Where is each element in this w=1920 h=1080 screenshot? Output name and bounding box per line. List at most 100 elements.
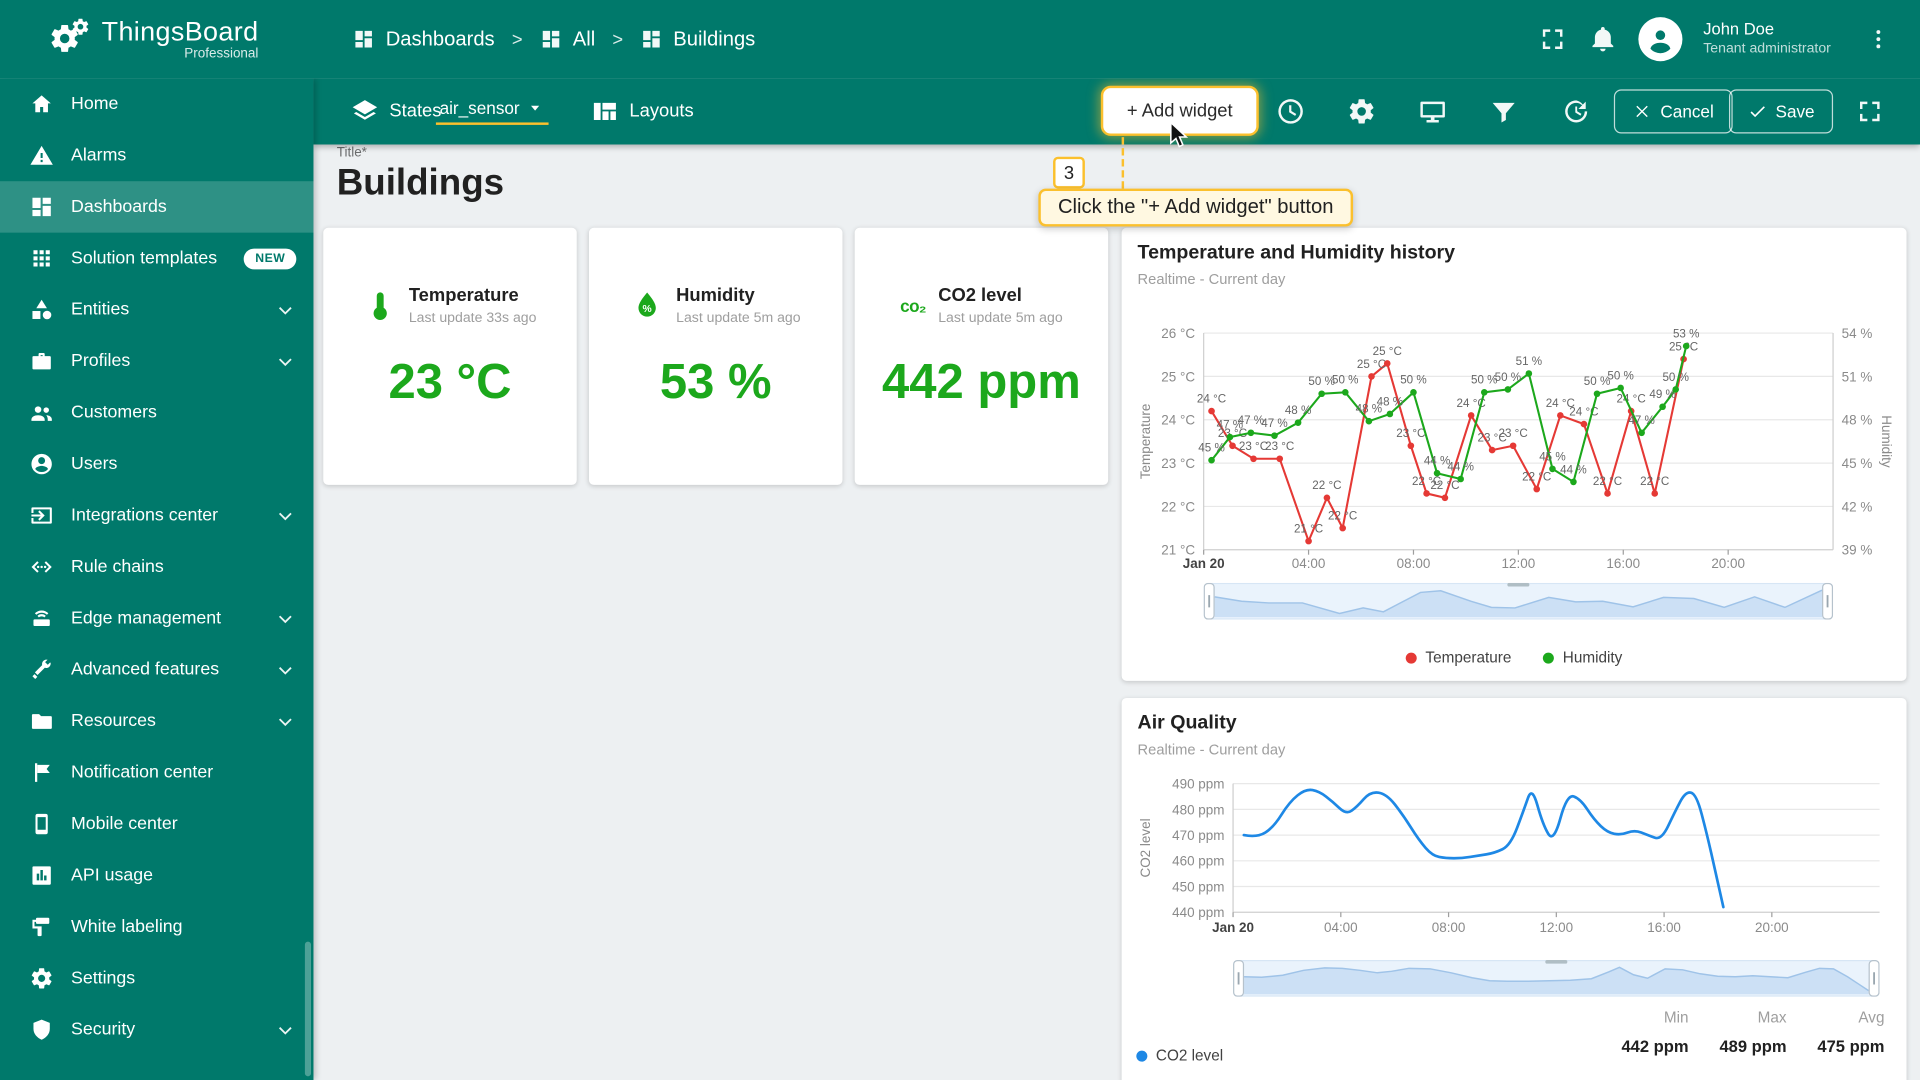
- sidebar-item-api-usage[interactable]: API usage: [0, 850, 313, 901]
- co2-widget[interactable]: co₂ CO2 level Last update 5m ago 442 ppm: [854, 227, 1109, 485]
- breadcrumb-all[interactable]: All: [540, 28, 595, 51]
- sidebar-item-edge-management[interactable]: Edge management: [0, 593, 313, 644]
- thingsboard-logo-icon: [47, 16, 91, 60]
- solution-templates-icon: [29, 246, 53, 270]
- svg-text:Jan 20: Jan 20: [1183, 556, 1225, 571]
- svg-text:24 °C: 24 °C: [1161, 413, 1195, 428]
- breadcrumb-label: Dashboards: [385, 27, 495, 50]
- sidebar-item-resources[interactable]: Resources: [0, 696, 313, 747]
- breadcrumb-separator: >: [511, 28, 523, 50]
- air-quality-widget[interactable]: Air Quality Realtime - Current day 490 p…: [1121, 697, 1907, 1080]
- chevron-down-icon: [274, 607, 296, 629]
- time-range-scrollbar[interactable]: [1203, 582, 1834, 620]
- state-value: air_sensor: [439, 97, 520, 118]
- svg-text:21 °C: 21 °C: [1294, 523, 1323, 536]
- sidebar-item-rule-chains[interactable]: Rule chains: [0, 541, 313, 592]
- avatar[interactable]: [1638, 17, 1683, 62]
- state-select[interactable]: air_sensor: [435, 97, 550, 125]
- expand-icon[interactable]: [1855, 97, 1884, 126]
- svg-text:470 ppm: 470 ppm: [1172, 828, 1224, 843]
- sidebar-item-notification-center[interactable]: Notification center: [0, 747, 313, 798]
- breadcrumb-buildings[interactable]: Buildings: [640, 28, 755, 51]
- profiles-icon: [29, 349, 53, 373]
- legend-item-humidity[interactable]: Humidity: [1543, 649, 1622, 666]
- svg-text:47 %: 47 %: [1238, 414, 1265, 427]
- svg-text:44 %: 44 %: [1447, 460, 1474, 473]
- sidebar-item-home[interactable]: Home: [0, 78, 313, 129]
- svg-text:08:00: 08:00: [1432, 920, 1466, 935]
- cancel-button[interactable]: Cancel: [1613, 89, 1733, 134]
- svg-text:23 °C: 23 °C: [1239, 440, 1268, 453]
- save-button[interactable]: Save: [1728, 89, 1833, 134]
- sidebar-item-integrations-center[interactable]: Integrations center: [0, 490, 313, 541]
- legend-item-co2[interactable]: CO2 level: [1136, 1047, 1223, 1064]
- svg-text:CO2 level: CO2 level: [1138, 818, 1153, 877]
- avg-label: Avg: [1858, 1008, 1885, 1027]
- fullscreen-icon[interactable]: [1538, 24, 1567, 53]
- legend-dot: [1405, 652, 1417, 664]
- humidity-value: 53 %: [659, 354, 772, 409]
- svg-text:23 °C: 23 °C: [1499, 427, 1528, 440]
- co2-chart: 490 ppm 480 ppm 470 ppm 460 ppm 450 ppm 440 p…: [1138, 777, 1880, 935]
- filters-icon[interactable]: [1489, 97, 1518, 126]
- avg-value: 475 ppm: [1817, 1037, 1885, 1056]
- svg-text:25 °C: 25 °C: [1373, 345, 1402, 358]
- sidebar-item-users[interactable]: Users: [0, 438, 313, 489]
- legend-dot: [1543, 652, 1555, 664]
- widget-last-update: Last update 33s ago: [408, 310, 537, 326]
- sidebar-item-solution-templates[interactable]: Solution templates NEW: [0, 233, 313, 284]
- breadcrumb-dashboards[interactable]: Dashboards: [353, 28, 495, 51]
- humidity-widget[interactable]: % Humidity Last update 5m ago 53 %: [588, 227, 843, 485]
- thingsboard-app: ThingsBoard Professional Dashboards > Al…: [0, 0, 1920, 1080]
- user-menu[interactable]: John Doe Tenant administrator: [1703, 20, 1845, 58]
- temperature-humidity-chart: 26 °C 54 %25 °C 51 %24 °C 48 %23 °C 45 %22 °…: [1138, 326, 1892, 571]
- svg-text:44 %: 44 %: [1560, 463, 1587, 476]
- sidebar-item-mobile-center[interactable]: Mobile center: [0, 798, 313, 849]
- svg-text:47 %: 47 %: [1261, 417, 1288, 430]
- version-control-icon[interactable]: [1560, 97, 1589, 126]
- widget-last-update: Last update 5m ago: [676, 310, 801, 326]
- svg-text:Temperature: Temperature: [1138, 404, 1153, 480]
- svg-text:48 %: 48 %: [1842, 413, 1873, 428]
- chevron-down-icon: [274, 710, 296, 732]
- layouts-icon: [590, 97, 619, 126]
- svg-text:22 °C: 22 °C: [1522, 471, 1551, 484]
- svg-text:50 %: 50 %: [1308, 375, 1334, 388]
- sidebar-item-customers[interactable]: Customers: [0, 387, 313, 438]
- temperature-humidity-history-widget[interactable]: Temperature and Humidity history Realtim…: [1121, 227, 1907, 681]
- tutorial-tooltip: Click the "+ Add widget" button: [1038, 188, 1354, 227]
- temperature-widget[interactable]: Temperature Last update 33s ago 23 °C: [323, 227, 577, 485]
- svg-text:22 °C: 22 °C: [1312, 479, 1341, 492]
- brand[interactable]: ThingsBoard Professional: [47, 16, 259, 61]
- chart-subtitle: Realtime - Current day: [1137, 740, 1286, 758]
- dashboard-title-field[interactable]: Title* Buildings: [337, 146, 504, 205]
- sidebar-item-settings[interactable]: Settings: [0, 953, 313, 1004]
- sidebar-item-advanced-features[interactable]: Advanced features: [0, 644, 313, 695]
- sidebar: Home Alarms Dashboards Solution template…: [0, 78, 314, 1080]
- kebab-menu-icon[interactable]: [1866, 27, 1890, 51]
- entities-icon: [29, 298, 53, 322]
- sidebar-item-profiles[interactable]: Profiles: [0, 336, 313, 387]
- svg-text:51 %: 51 %: [1516, 355, 1542, 368]
- co2-icon: co₂: [900, 296, 926, 316]
- sidebar-item-alarms[interactable]: Alarms: [0, 130, 313, 181]
- legend-item-temperature[interactable]: Temperature: [1405, 649, 1511, 666]
- svg-text:24 °C: 24 °C: [1197, 393, 1226, 406]
- page-title: Buildings: [336, 162, 505, 204]
- sidebar-item-security[interactable]: Security: [0, 1004, 313, 1055]
- sidebar-item-dashboards[interactable]: Dashboards: [0, 181, 314, 233]
- caret-down-icon: [526, 98, 546, 118]
- entity-aliases-icon[interactable]: [1418, 97, 1447, 126]
- sidebar-item-white-labeling[interactable]: White labeling: [0, 901, 313, 952]
- dashboard-settings-icon[interactable]: [1347, 97, 1376, 126]
- notifications-bell-icon[interactable]: [1588, 24, 1617, 53]
- time-range-scrollbar[interactable]: [1233, 960, 1880, 997]
- header-actions: John Doe Tenant administrator: [1538, 0, 1891, 78]
- svg-text:26 °C: 26 °C: [1161, 326, 1195, 341]
- time-window-icon[interactable]: [1276, 97, 1305, 126]
- mobile-icon: [29, 812, 53, 836]
- svg-text:480 ppm: 480 ppm: [1172, 802, 1224, 817]
- svg-text:25 °C: 25 °C: [1161, 369, 1195, 384]
- sidebar-item-entities[interactable]: Entities: [0, 284, 313, 335]
- chevron-down-icon: [274, 1019, 296, 1041]
